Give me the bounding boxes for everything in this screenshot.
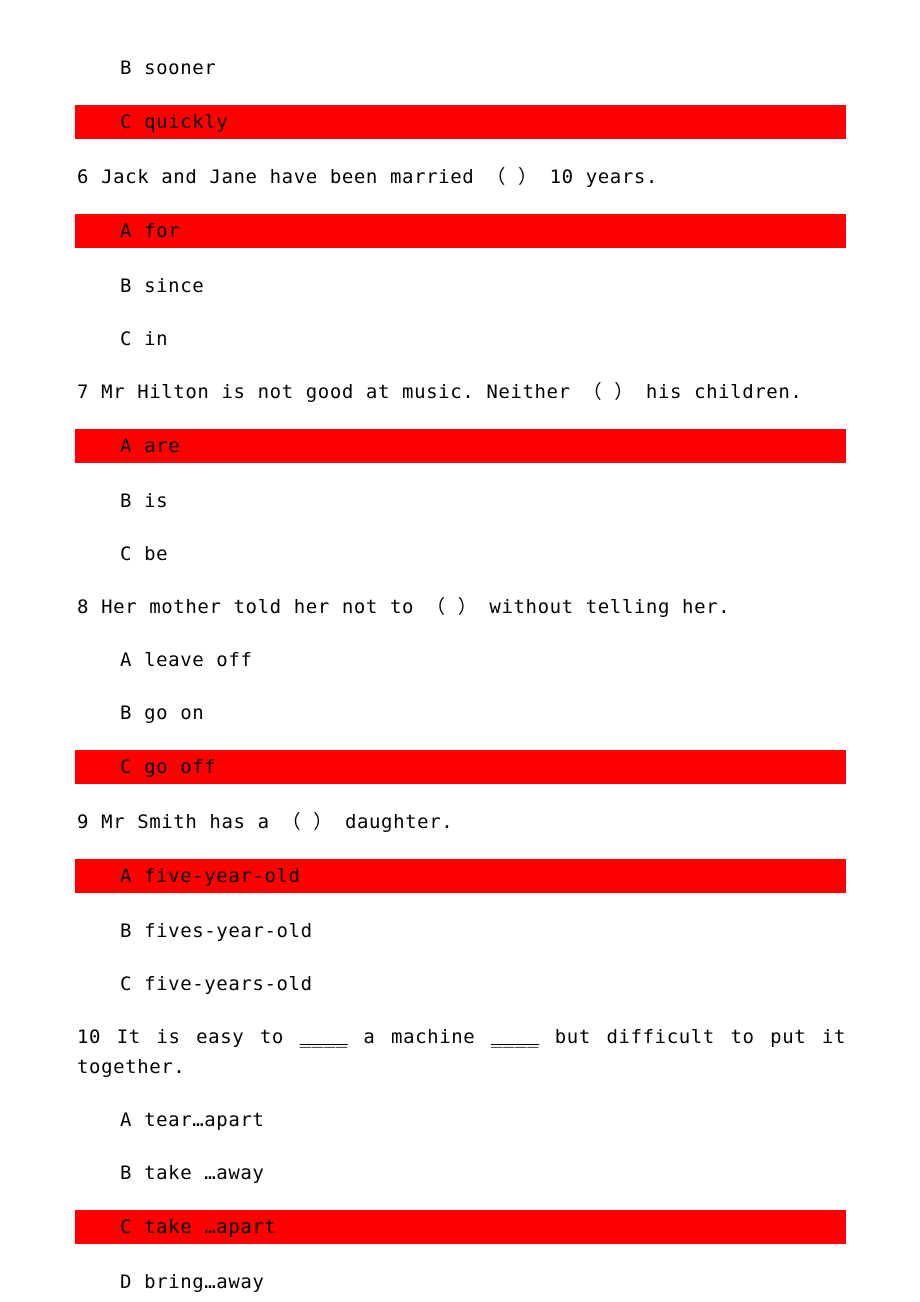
question-text-fragment: 10 It is easy to	[77, 1026, 300, 1048]
answer-option[interactable]: C five-years-old	[0, 969, 920, 999]
answer-blank: ____	[299, 1026, 348, 1048]
answer-option-highlighted[interactable]: A are	[75, 429, 846, 463]
answer-option-highlighted[interactable]: C quickly	[75, 105, 846, 139]
question-stem: 6 Jack and Jane have been married （ ） 10…	[77, 166, 658, 188]
answer-option-highlighted[interactable]: C take …apart	[75, 1210, 846, 1244]
answer-option-highlighted[interactable]: A for	[75, 214, 846, 248]
answer-option[interactable]: B go on	[0, 698, 920, 728]
answer-option[interactable]: C in	[0, 324, 920, 354]
answer-blank: ____	[490, 1026, 540, 1048]
answer-option[interactable]: B fives-year-old	[0, 916, 920, 946]
worksheet-page: B sooner C quickly 6 Jack and Jane have be…	[0, 0, 920, 1302]
answer-option[interactable]: A leave off	[0, 645, 920, 675]
answer-option[interactable]: B take …away	[0, 1158, 920, 1188]
answer-option[interactable]: C be	[0, 539, 920, 569]
answer-option-highlighted[interactable]: C go off	[75, 750, 846, 784]
answer-option[interactable]: D bring…away	[0, 1267, 920, 1297]
top-spacer	[0, 0, 920, 30]
answer-option-highlighted[interactable]: A five-year-old	[75, 859, 846, 893]
question-stem: 10 It is easy to ____ a machine ____ but…	[0, 1022, 920, 1082]
question-text-fragment: a machine	[347, 1026, 491, 1048]
question-stem: 9 Mr Smith has a （ ） daughter.	[77, 811, 454, 833]
question-stem: 7 Mr Hilton is not good at music. Neithe…	[77, 381, 803, 403]
question-list: B sooner C quickly 6 Jack and Jane have be…	[0, 0, 920, 1297]
answer-option[interactable]: B sooner	[0, 53, 920, 83]
question-stem: 8 Her mother told her not to （ ） without…	[77, 596, 731, 618]
answer-option[interactable]: B is	[0, 486, 920, 516]
answer-option[interactable]: A tear…apart	[0, 1105, 920, 1135]
answer-option[interactable]: B since	[0, 271, 920, 301]
